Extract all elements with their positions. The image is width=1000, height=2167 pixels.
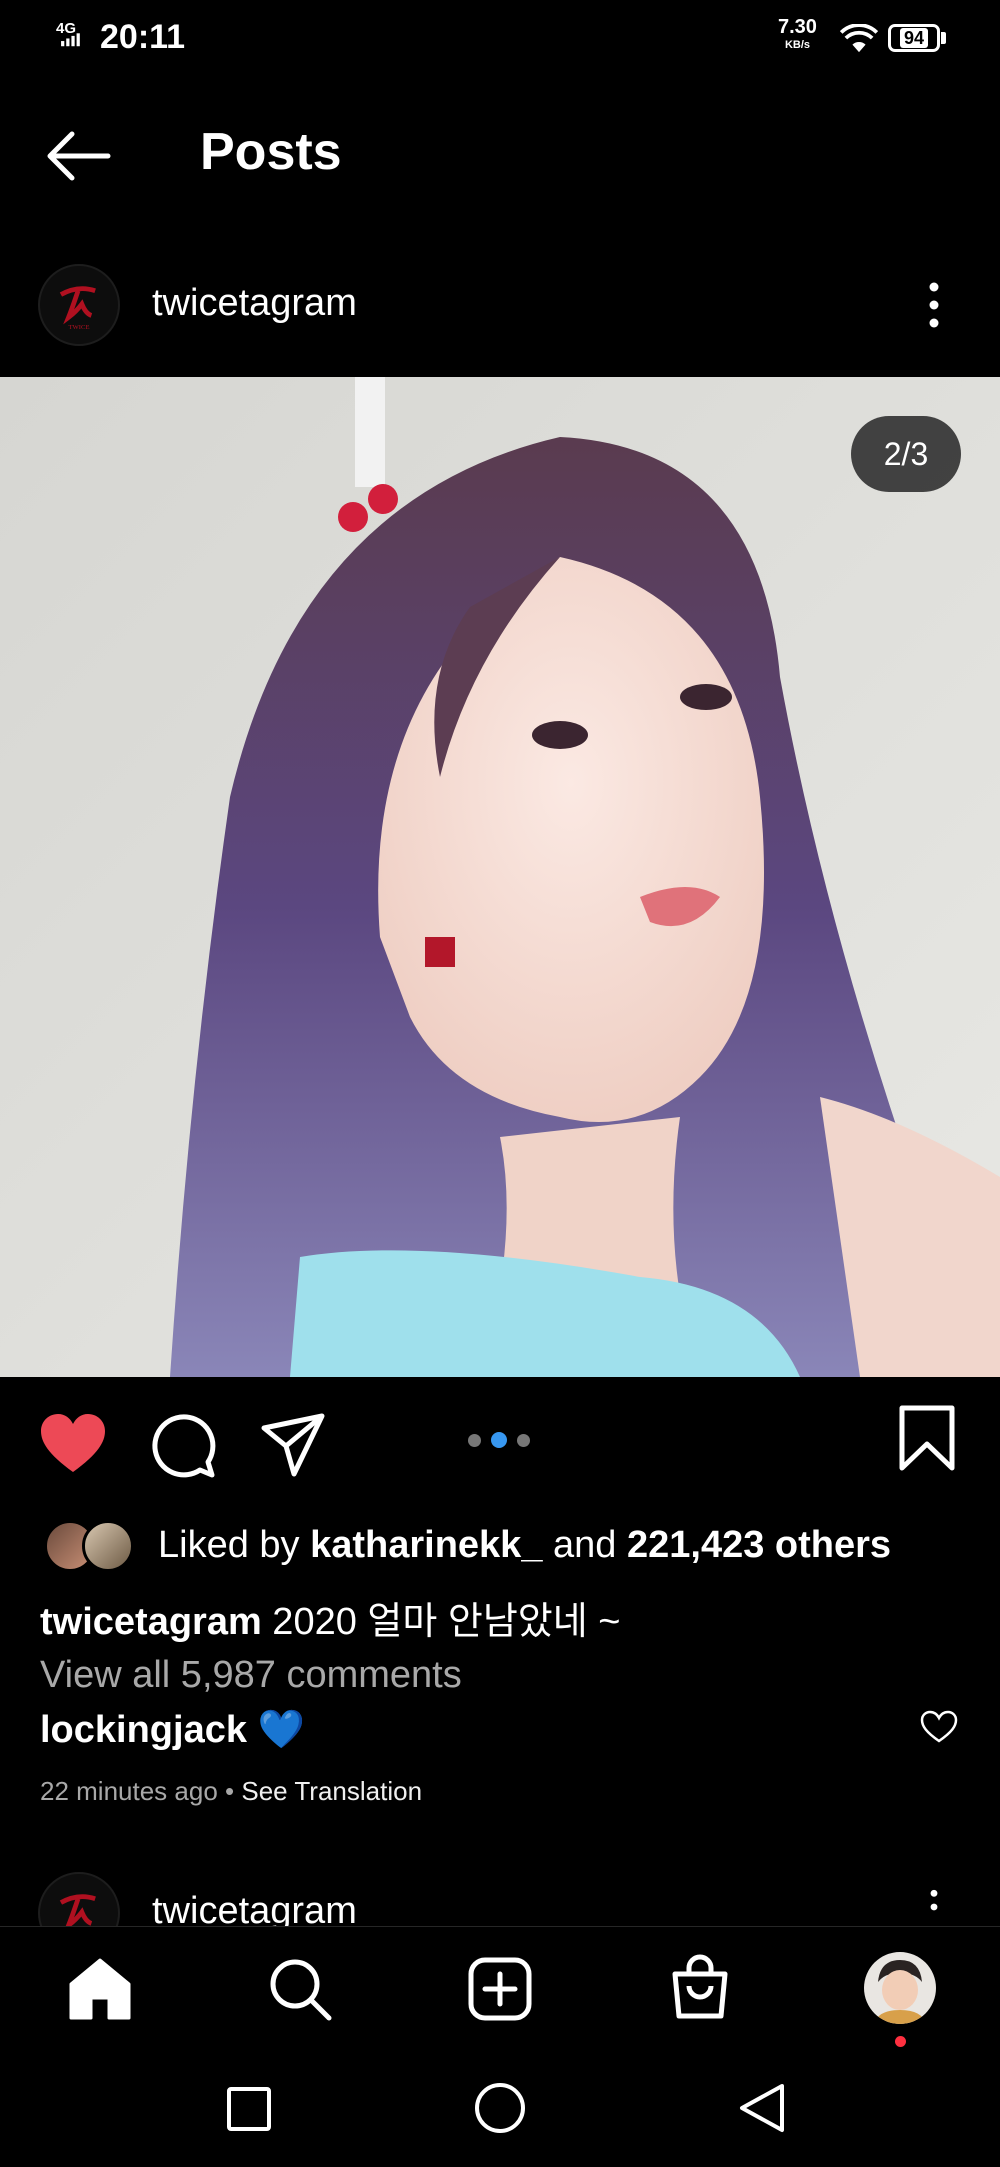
status-bar: 4G 20:11 7.30 KB/s 94 bbox=[0, 0, 1000, 80]
likes-count[interactable]: 221,423 others bbox=[627, 1524, 891, 1566]
speed-value: 7.30 bbox=[778, 16, 817, 38]
image-counter: 2/3 bbox=[851, 416, 961, 492]
bookmark-icon[interactable] bbox=[892, 1404, 962, 1474]
separator: • bbox=[217, 1776, 242, 1806]
shop-icon[interactable] bbox=[667, 1954, 733, 2020]
arrow-left-icon[interactable] bbox=[44, 128, 112, 184]
battery-tip bbox=[941, 32, 946, 44]
comment-text: 💙 bbox=[257, 1709, 305, 1751]
comment: lockingjack 💙 bbox=[40, 1708, 305, 1752]
comment-icon[interactable] bbox=[148, 1410, 218, 1480]
liked-by-and: and bbox=[542, 1524, 627, 1566]
more-options-icon[interactable] bbox=[924, 1888, 944, 1926]
create-post-icon[interactable] bbox=[467, 1956, 533, 2022]
caption-username[interactable]: twicetagram bbox=[40, 1601, 262, 1643]
avatar[interactable]: TWICE bbox=[38, 264, 120, 346]
battery-icon: 94 bbox=[888, 24, 940, 52]
back-triangle-icon[interactable] bbox=[736, 2082, 786, 2134]
page-title: Posts bbox=[200, 123, 342, 181]
post-meta: 22 minutes ago • See Translation bbox=[40, 1776, 422, 1807]
caption: twicetagram 2020 얼마 안남았네 ~ bbox=[40, 1590, 620, 1645]
wifi-icon bbox=[840, 24, 878, 53]
more-options-icon[interactable] bbox=[924, 280, 944, 330]
carousel-dot bbox=[517, 1433, 530, 1447]
see-translation-link[interactable]: See Translation bbox=[241, 1776, 422, 1806]
home-icon[interactable] bbox=[67, 1956, 133, 2022]
profile-avatar[interactable] bbox=[864, 1952, 936, 2024]
profile-photo bbox=[864, 1952, 936, 2024]
battery-level: 94 bbox=[899, 28, 929, 48]
svg-text:TWICE: TWICE bbox=[68, 324, 89, 331]
recents-icon[interactable] bbox=[226, 2086, 272, 2132]
search-icon[interactable] bbox=[267, 1956, 333, 2022]
notification-dot bbox=[895, 2036, 906, 2047]
twice-logo-icon: TWICE bbox=[59, 286, 96, 331]
comment-username[interactable]: lockingjack bbox=[40, 1709, 247, 1751]
liked-by-text[interactable]: Liked by katharinekk_ and 221,423 others bbox=[158, 1524, 891, 1567]
carousel-dot bbox=[468, 1433, 481, 1447]
post-username[interactable]: twicetagram bbox=[152, 282, 357, 325]
caption-text: 2020 얼마 안남았네 ~ bbox=[261, 1601, 621, 1643]
post-image[interactable] bbox=[0, 377, 1000, 1377]
view-all-comments-link[interactable]: View all 5,987 comments bbox=[40, 1654, 462, 1697]
heart-icon[interactable] bbox=[38, 1410, 108, 1480]
signal-icon bbox=[61, 33, 80, 47]
post-timestamp: 22 minutes ago bbox=[40, 1776, 218, 1806]
share-icon[interactable] bbox=[258, 1410, 328, 1480]
liked-by-user[interactable]: katharinekk_ bbox=[310, 1524, 542, 1566]
portrait-photo bbox=[0, 377, 1000, 1377]
liked-by-prefix: Liked by bbox=[158, 1524, 311, 1566]
liker-avatar[interactable] bbox=[82, 1520, 134, 1572]
speed-unit: KB/s bbox=[784, 39, 810, 51]
clock: 20:11 bbox=[100, 18, 186, 56]
network-speed: 7.30 KB/s bbox=[778, 16, 817, 54]
carousel-indicator bbox=[468, 1432, 532, 1448]
carousel-dot-active bbox=[491, 1432, 507, 1448]
home-circle-icon[interactable] bbox=[474, 2082, 526, 2134]
comment-like-icon[interactable] bbox=[920, 1710, 958, 1744]
